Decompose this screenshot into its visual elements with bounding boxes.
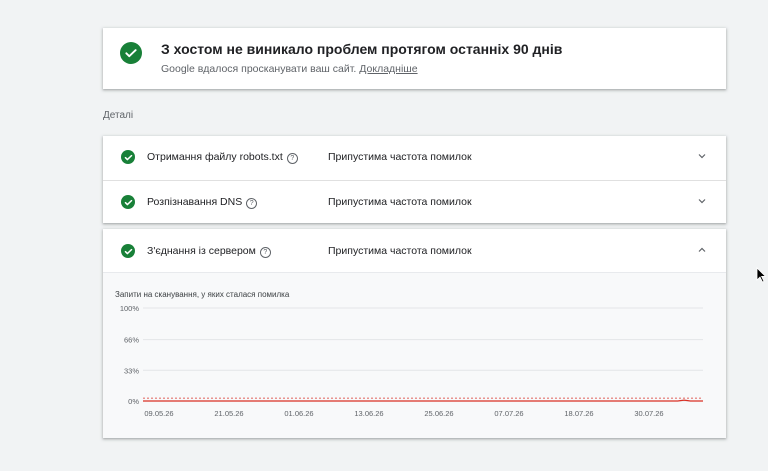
chevron-down-icon[interactable] bbox=[696, 150, 708, 162]
x-tick-label: 18.07.26 bbox=[564, 409, 593, 418]
help-icon[interactable]: ? bbox=[286, 153, 298, 164]
help-icon[interactable]: ? bbox=[246, 198, 258, 209]
row-title-text: З'єднання із сервером bbox=[147, 245, 256, 257]
x-tick-label: 09.05.26 bbox=[144, 409, 173, 418]
x-tick-label: 21.05.26 bbox=[214, 409, 243, 418]
chevron-up-icon[interactable] bbox=[696, 244, 708, 256]
series-line bbox=[143, 399, 703, 402]
crawl-errors-chart: Запити на сканування, у яких сталася пом… bbox=[103, 273, 726, 438]
learn-more-link[interactable]: Докладніше bbox=[359, 63, 417, 75]
y-tick-label: 66% bbox=[124, 336, 139, 345]
check-circle-icon bbox=[121, 244, 135, 258]
check-circle-icon bbox=[120, 42, 142, 64]
mouse-cursor-icon bbox=[756, 267, 766, 283]
summary-subtitle: Google вдалося просканувати ваш сайт. Док… bbox=[161, 63, 418, 75]
host-status-summary-card: З хостом не виникало проблем протягом ос… bbox=[103, 28, 726, 89]
row-server-connectivity[interactable]: З'єднання із сервером? Припустима частот… bbox=[103, 229, 726, 273]
summary-title: З хостом не виникало проблем протягом ос… bbox=[161, 41, 563, 57]
server-connectivity-card: З'єднання із сервером? Припустима частот… bbox=[103, 229, 726, 438]
check-circle-icon bbox=[121, 150, 135, 164]
details-section-label: Деталі bbox=[103, 110, 134, 121]
row-status: Припустима частота помилок bbox=[328, 151, 472, 163]
row-title: З'єднання із сервером? bbox=[147, 245, 271, 258]
chart-plot: 100% 66% 33% 0% 09.05.26 21.05.26 01.06.26 13.0… bbox=[120, 304, 703, 418]
row-title-text: Отримання файлу robots.txt bbox=[147, 151, 283, 163]
x-tick-label: 07.07.26 bbox=[494, 409, 523, 418]
check-circle-icon bbox=[121, 195, 135, 209]
y-tick-label: 100% bbox=[120, 304, 140, 313]
summary-subtitle-text: Google вдалося просканувати ваш сайт. bbox=[161, 63, 357, 75]
x-tick-label: 01.06.26 bbox=[284, 409, 313, 418]
x-tick-label: 13.06.26 bbox=[354, 409, 383, 418]
x-tick-label: 25.06.26 bbox=[424, 409, 453, 418]
details-list: Отримання файлу robots.txt? Припустима ч… bbox=[103, 136, 726, 223]
row-title-text: Розпізнавання DNS bbox=[147, 196, 243, 208]
row-status: Припустима частота помилок bbox=[328, 196, 472, 208]
x-tick-label: 30.07.26 bbox=[634, 409, 663, 418]
row-title: Отримання файлу robots.txt? bbox=[147, 151, 298, 164]
row-robots-txt[interactable]: Отримання файлу robots.txt? Припустима ч… bbox=[103, 136, 726, 179]
y-tick-label: 0% bbox=[128, 397, 139, 406]
help-icon[interactable]: ? bbox=[259, 247, 271, 258]
row-status: Припустима частота помилок bbox=[328, 245, 472, 257]
row-title: Розпізнавання DNS? bbox=[147, 196, 258, 209]
y-tick-label: 33% bbox=[124, 366, 139, 375]
chevron-down-icon[interactable] bbox=[696, 195, 708, 207]
row-dns-resolution[interactable]: Розпізнавання DNS? Припустима частота по… bbox=[103, 180, 726, 224]
